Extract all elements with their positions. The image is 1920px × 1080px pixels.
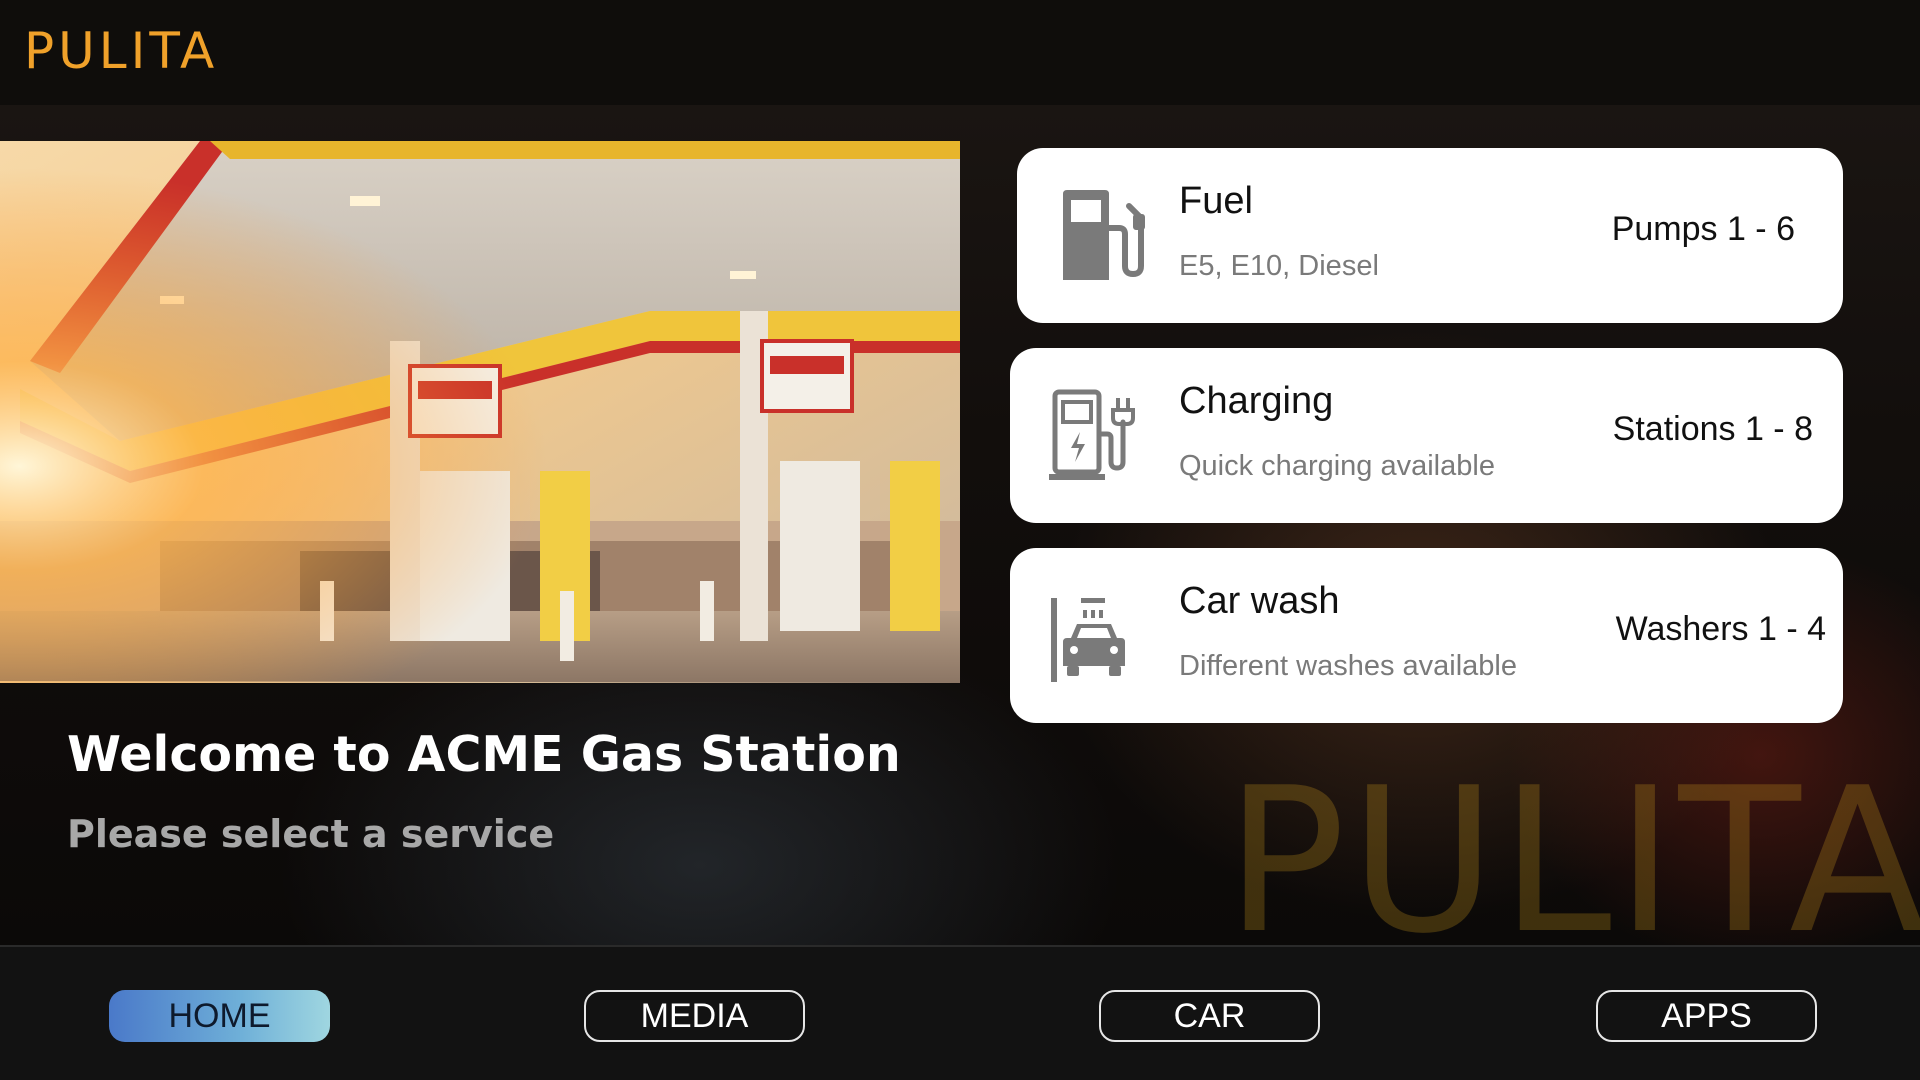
service-range: Stations 1 - 8 [1612, 410, 1813, 448]
nav-apps-button[interactable]: APPS [1596, 990, 1817, 1042]
service-card-fuel[interactable]: Fuel E5, E10, Diesel Pumps 1 - 6 [1017, 148, 1843, 323]
service-description: E5, E10, Diesel [1179, 250, 1379, 282]
welcome-title: Welcome to ACME Gas Station [67, 726, 901, 783]
background-watermark: PULITA [1225, 745, 1920, 978]
service-title: Car wash [1179, 580, 1340, 622]
car-wash-icon [1047, 588, 1143, 684]
welcome-subtitle: Please select a service [67, 812, 555, 856]
service-card-charging[interactable]: Charging Quick charging available Statio… [1010, 348, 1843, 523]
gas-station-photo [0, 141, 960, 683]
brand-logo: PULITA [24, 22, 219, 80]
service-description: Different washes available [1179, 650, 1517, 682]
nav-home-button[interactable]: HOME [109, 990, 330, 1042]
nav-car-button[interactable]: CAR [1099, 990, 1320, 1042]
nav-media-button[interactable]: MEDIA [584, 990, 805, 1042]
service-range: Pumps 1 - 6 [1611, 210, 1795, 248]
service-card-car-wash[interactable]: Car wash Different washes available Wash… [1010, 548, 1843, 723]
top-bar: PULITA [0, 0, 1920, 105]
service-title: Fuel [1179, 180, 1253, 222]
ev-charger-icon [1047, 388, 1143, 484]
bottom-navigation: HOME MEDIA CAR APPS [0, 945, 1920, 1080]
service-title: Charging [1179, 380, 1334, 422]
service-range: Washers 1 - 4 [1615, 610, 1826, 648]
fuel-pump-icon [1057, 188, 1153, 284]
service-description: Quick charging available [1179, 450, 1495, 482]
